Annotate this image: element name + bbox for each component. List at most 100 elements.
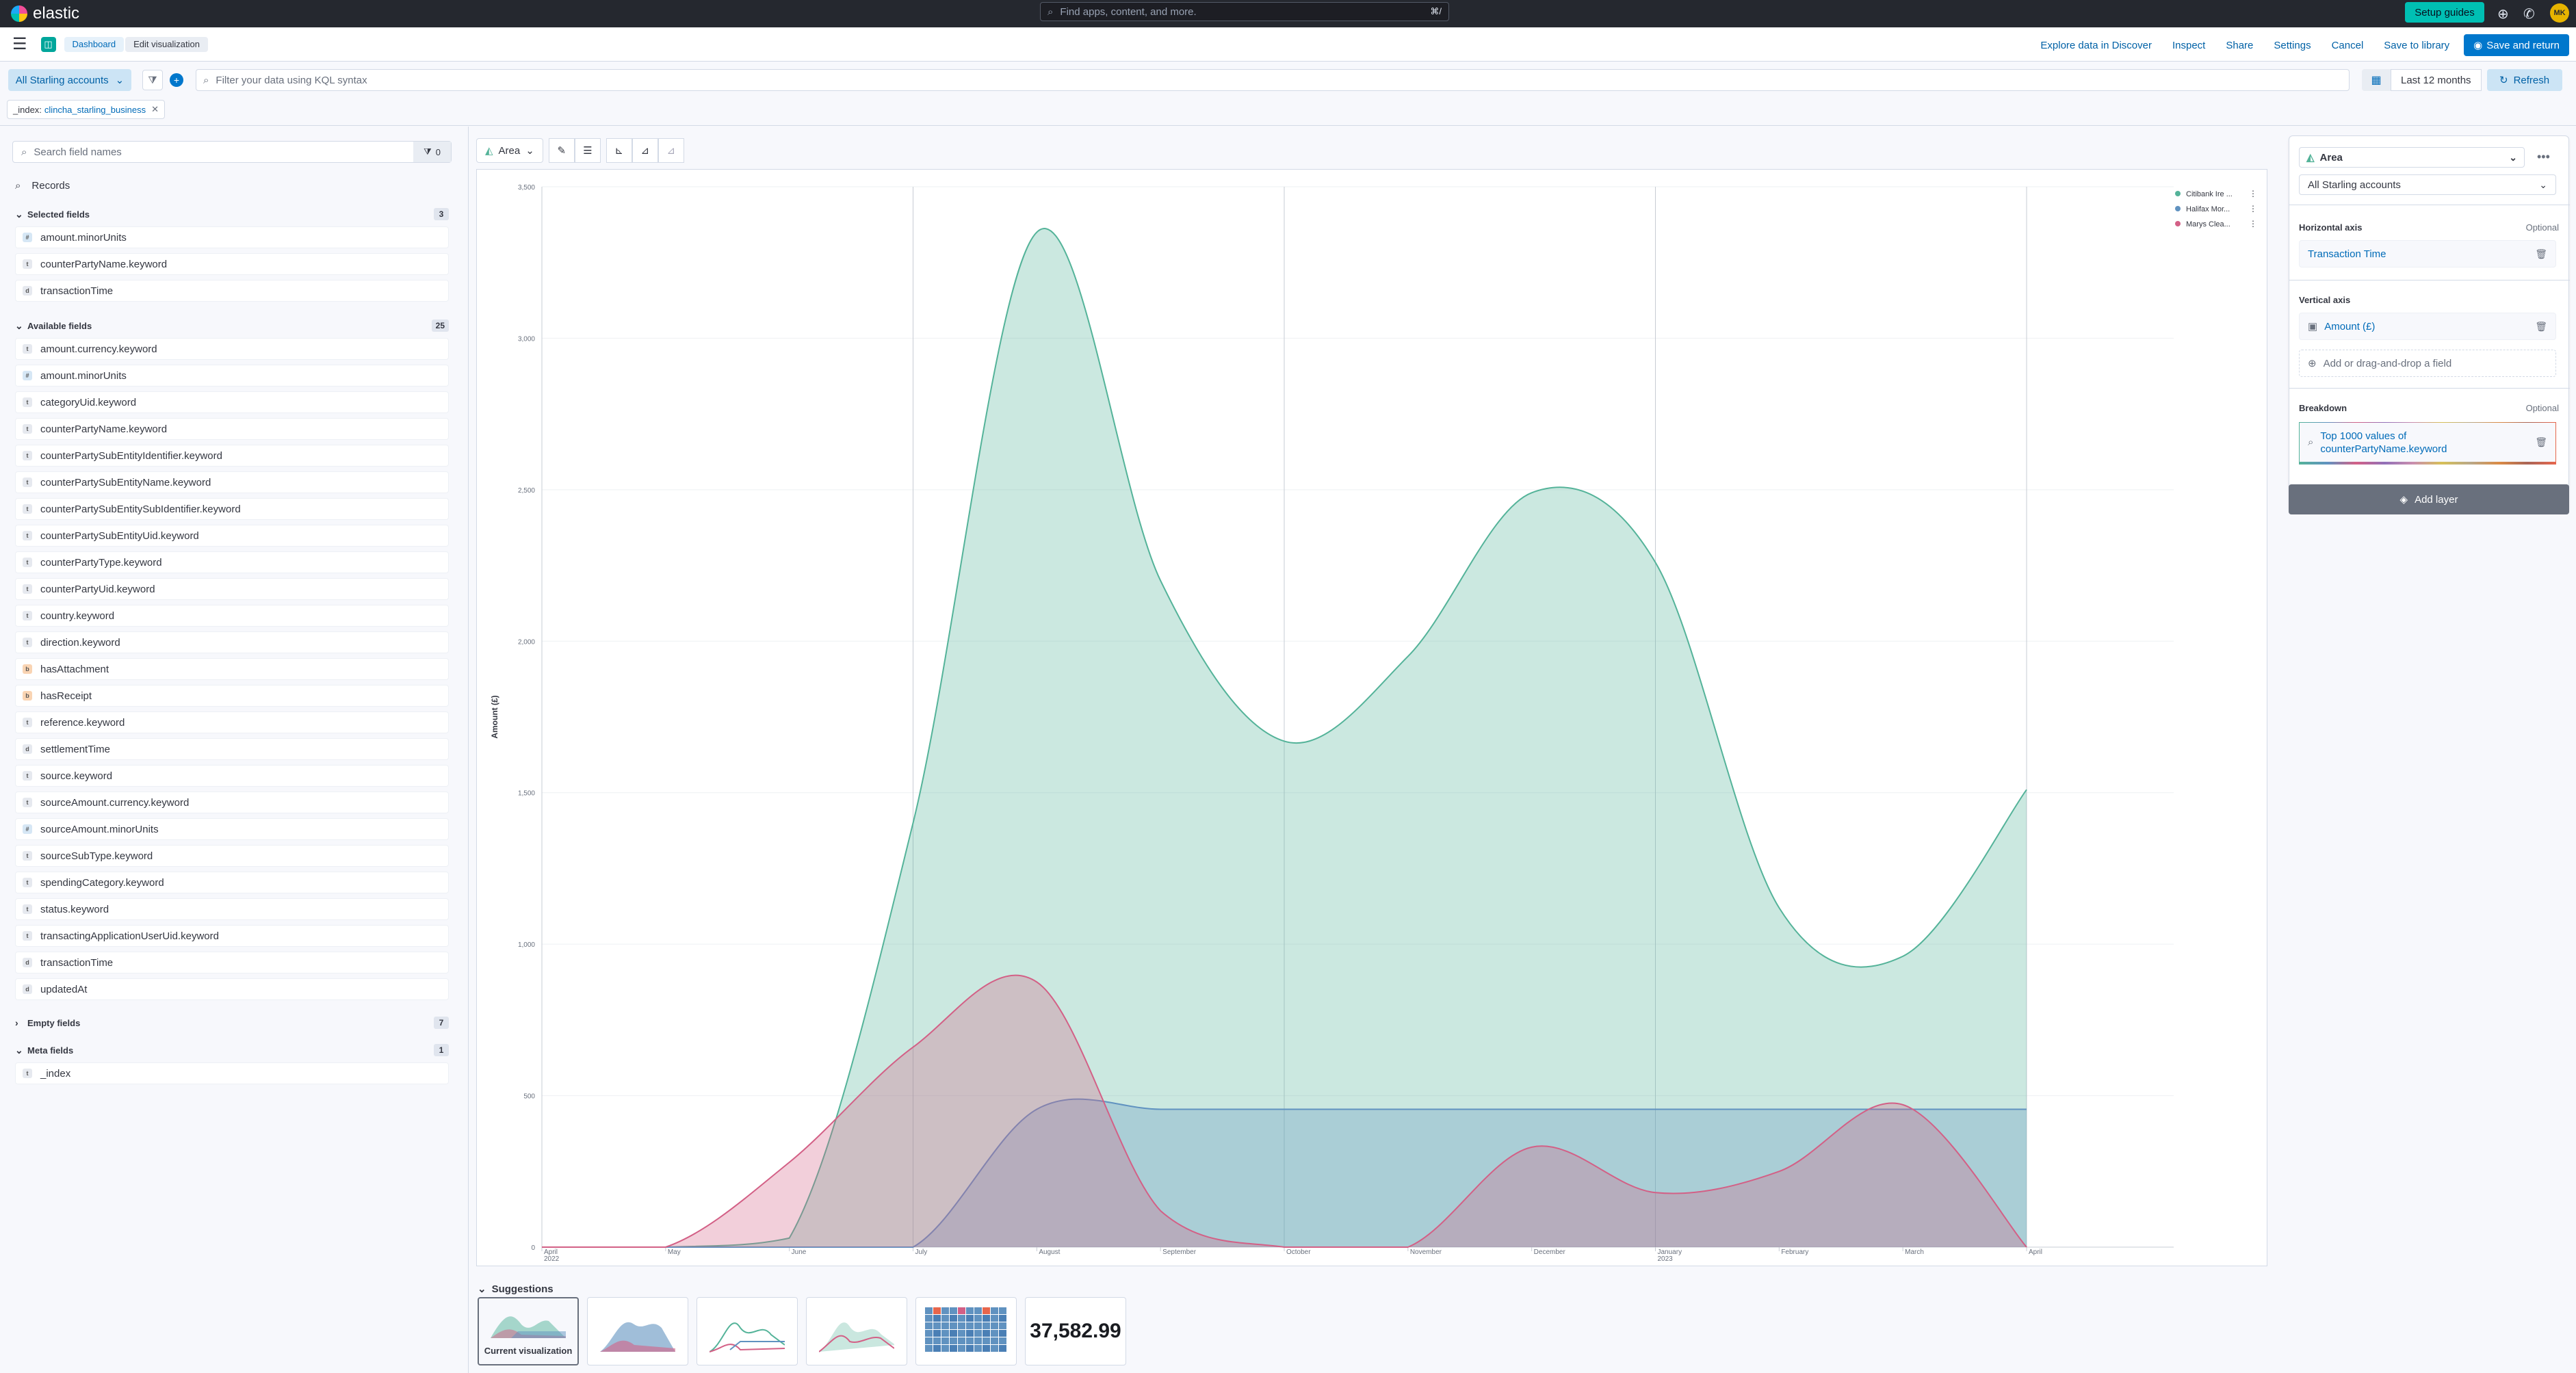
x-tick-label: March xyxy=(1905,1248,1924,1256)
field-item[interactable]: t counterPartyName.keyword xyxy=(15,418,449,440)
field-type-filter-button[interactable]: ⧩ 0 xyxy=(413,142,451,162)
horizontal-axis-field[interactable]: Transaction Time 🗑 xyxy=(2299,240,2556,267)
time-range-picker[interactable]: Last 12 months xyxy=(2391,69,2482,91)
setup-guides-button[interactable]: Setup guides xyxy=(2405,2,2484,23)
menu-toggle-icon[interactable]: ☰ xyxy=(12,34,27,54)
index-filter-pill[interactable]: _index: clincha_starling_business ✕ xyxy=(7,100,165,119)
heatmap-cell xyxy=(950,1307,957,1314)
cancel-link[interactable]: Cancel xyxy=(2321,40,2374,51)
trash-icon[interactable]: 🗑 xyxy=(2535,248,2547,260)
suggestion-metric[interactable]: 37,582.99 xyxy=(1025,1297,1126,1365)
field-item[interactable]: b hasAttachment xyxy=(15,658,449,680)
suggestion-stacked-area[interactable] xyxy=(587,1297,688,1365)
suggestion-current[interactable]: Current visualization xyxy=(478,1297,579,1365)
visual-options-button[interactable]: ✎ xyxy=(548,138,575,163)
settings-link[interactable]: Settings xyxy=(2263,40,2321,51)
field-item[interactable]: t source.keyword xyxy=(15,765,449,787)
suggestions-header[interactable]: ⌄ Suggestions xyxy=(478,1283,554,1296)
field-item[interactable]: d transactionTime xyxy=(15,280,449,302)
help-icon[interactable]: ⊕ xyxy=(2497,5,2509,23)
add-field-dropzone[interactable]: ⊕ Add or drag-and-drop a field xyxy=(2299,350,2556,377)
layer-actions-icon[interactable]: ••• xyxy=(2537,150,2550,164)
add-layer-button[interactable]: ◈ Add layer xyxy=(2289,484,2569,514)
layer-chart-type-select[interactable]: ◭ Area ⌄ xyxy=(2299,147,2525,168)
layer-data-view-select[interactable]: All Starling accounts ⌄ xyxy=(2299,174,2556,195)
legend-actions-icon: ⋮ xyxy=(2249,189,2257,198)
suggestion-line-multi[interactable] xyxy=(806,1297,907,1365)
chevron-right-icon: › xyxy=(15,1017,18,1028)
empty-fields-section[interactable]: › Empty fields 7 xyxy=(15,1015,449,1031)
trash-icon[interactable]: 🗑 xyxy=(2535,321,2547,332)
field-type-icon: b xyxy=(23,664,32,674)
field-item[interactable]: t counterPartySubEntityUid.keyword xyxy=(15,525,449,547)
explore-discover-link[interactable]: Explore data in Discover xyxy=(2030,40,2162,51)
kql-query-input[interactable]: ⌕ Filter your data using KQL syntax xyxy=(196,69,2350,91)
heatmap-cell xyxy=(966,1315,974,1322)
field-item[interactable]: t status.keyword xyxy=(15,898,449,920)
elastic-logo[interactable]: elastic xyxy=(11,4,79,23)
field-item[interactable]: b hasReceipt xyxy=(15,685,449,707)
field-item[interactable]: t counterPartyUid.keyword xyxy=(15,578,449,600)
news-feed-icon[interactable]: ✆ xyxy=(2523,5,2535,23)
save-to-library-link[interactable]: Save to library xyxy=(2373,40,2460,51)
inspect-link[interactable]: Inspect xyxy=(2162,40,2215,51)
field-item[interactable]: t categoryUid.keyword xyxy=(15,391,449,413)
field-item[interactable]: t direction.keyword xyxy=(15,631,449,653)
left-axis-button[interactable]: ⊾ xyxy=(606,138,632,163)
right-axis-button[interactable]: ⊿ xyxy=(658,138,684,163)
field-item[interactable]: # sourceAmount.minorUnits xyxy=(15,818,449,840)
breadcrumb-dashboard[interactable]: Dashboard xyxy=(64,36,125,52)
field-search-input[interactable]: ⌕ Search field names ⧩ 0 xyxy=(12,141,452,163)
field-type-icon: t xyxy=(23,451,32,460)
vertical-axis-field[interactable]: ▣ Amount (£) 🗑 xyxy=(2299,313,2556,340)
chevron-down-icon: ⌄ xyxy=(115,75,125,86)
field-item[interactable]: t sourceAmount.currency.keyword xyxy=(15,792,449,813)
breakdown-field[interactable]: ⌕ Top 1000 values of counterPartyName.ke… xyxy=(2299,422,2556,465)
chart-type-switcher[interactable]: ◭ Area ⌄ xyxy=(476,138,543,163)
field-item[interactable]: t counterPartyName.keyword xyxy=(15,253,449,275)
suggestion-heatmap[interactable] xyxy=(915,1297,1017,1365)
field-item[interactable]: t transactingApplicationUserUid.keyword xyxy=(15,925,449,947)
trash-icon[interactable]: 🗑 xyxy=(2535,436,2547,448)
field-name: counterPartyType.keyword xyxy=(40,556,162,568)
heatmap-cell xyxy=(974,1307,982,1314)
refresh-button[interactable]: ↻ Refresh xyxy=(2486,69,2562,91)
field-item[interactable]: d settlementTime xyxy=(15,738,449,760)
field-item[interactable]: t reference.keyword xyxy=(15,711,449,733)
horizontal-axis-field-label: Transaction Time xyxy=(2308,248,2386,260)
field-item[interactable]: d updatedAt xyxy=(15,978,449,1000)
field-item[interactable]: t amount.currency.keyword xyxy=(15,338,449,360)
global-search-input[interactable]: ⌕ Find apps, content, and more. ⌘/ xyxy=(1040,2,1449,21)
field-item[interactable]: t spendingCategory.keyword xyxy=(15,872,449,893)
breakdown-optional: Optional xyxy=(2525,403,2559,413)
field-item[interactable]: t counterPartySubEntitySubIdentifier.keyw… xyxy=(15,498,449,520)
field-item[interactable]: # amount.minorUnits xyxy=(15,226,449,248)
selected-fields-section[interactable]: ⌄ Selected fields 3 xyxy=(15,206,449,222)
field-item[interactable]: t counterPartySubEntityName.keyword xyxy=(15,471,449,493)
save-and-return-button[interactable]: ◉ Save and return xyxy=(2464,34,2569,56)
calendar-icon[interactable]: ▦ xyxy=(2362,69,2391,91)
field-item[interactable]: d transactionTime xyxy=(15,952,449,973)
available-fields-section[interactable]: ⌄ Available fields 25 xyxy=(15,317,449,334)
user-avatar[interactable]: MK xyxy=(2550,3,2569,23)
filter-pill-row: _index: clincha_starling_business ✕ xyxy=(0,99,2576,126)
area-chart[interactable]: 0 500 1,000 1,500 2,000 2,500 3,000 3,500 April 2… xyxy=(477,170,2267,1278)
share-link[interactable]: Share xyxy=(2215,40,2263,51)
field-item[interactable]: t country.keyword xyxy=(15,605,449,627)
field-item[interactable]: t counterPartySubEntityIdentifier.keyword xyxy=(15,445,449,467)
records-field[interactable]: ⌕ Records xyxy=(15,180,70,192)
suggestion-line[interactable] xyxy=(697,1297,798,1365)
x-tick-label: December xyxy=(1534,1248,1566,1256)
field-item[interactable]: t sourceSubType.keyword xyxy=(15,845,449,867)
bottom-axis-button[interactable]: ⊿ xyxy=(632,138,658,163)
add-filter-button[interactable]: + xyxy=(170,73,183,87)
heatmap-cell xyxy=(983,1307,990,1314)
remove-filter-icon[interactable]: ✕ xyxy=(151,104,159,115)
field-item[interactable]: t counterPartyType.keyword xyxy=(15,551,449,573)
field-item[interactable]: # amount.minorUnits xyxy=(15,365,449,387)
legend-options-button[interactable]: ☰ xyxy=(574,138,601,163)
filter-menu-button[interactable]: ⧩ xyxy=(142,70,163,90)
field-item[interactable]: t _index xyxy=(15,1062,449,1084)
data-view-selector[interactable]: All Starling accounts ⌄ xyxy=(8,69,131,91)
meta-fields-section[interactable]: ⌄ Meta fields 1 xyxy=(15,1042,449,1058)
